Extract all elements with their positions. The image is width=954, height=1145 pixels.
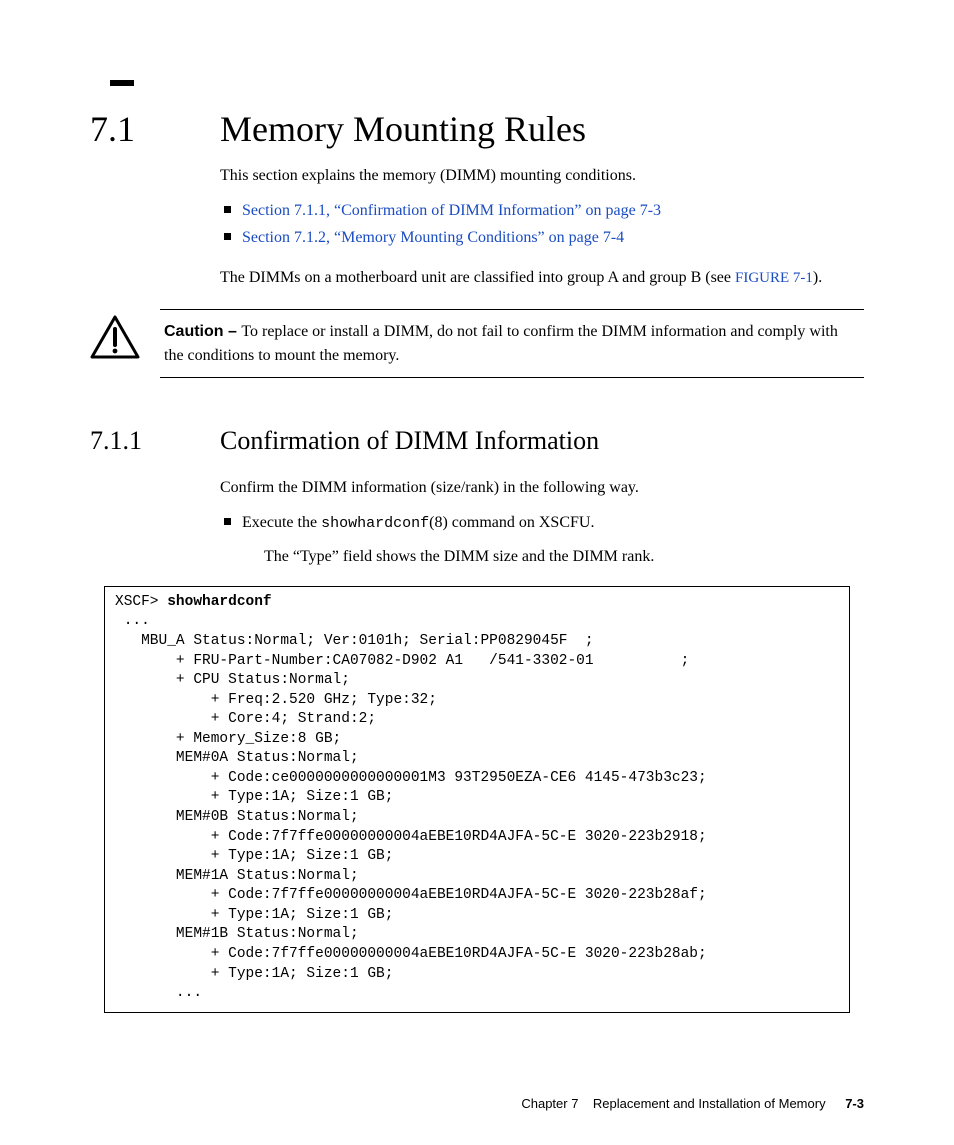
code-output: XSCF> showhardconf ... MBU_A Status:Norm… bbox=[104, 586, 850, 1013]
subsection-intro: Confirm the DIMM information (size/rank)… bbox=[220, 476, 864, 499]
xref-link-1[interactable]: Section 7.1.1, “Confirmation of DIMM Inf… bbox=[220, 199, 864, 222]
section-heading: 7.1 Memory Mounting Rules bbox=[90, 108, 864, 150]
figure-ref-link[interactable]: FIGURE 7-1 bbox=[735, 270, 813, 286]
command-name: showhardconf bbox=[321, 515, 429, 532]
subsection-number: 7.1.1 bbox=[90, 426, 220, 456]
footer-chapter: Chapter 7 bbox=[521, 1096, 578, 1111]
section-title: Memory Mounting Rules bbox=[220, 108, 586, 150]
section-number: 7.1 bbox=[90, 108, 220, 150]
step-text: (8) command on XSCFU. bbox=[429, 514, 594, 531]
step-text: Execute the bbox=[242, 514, 321, 531]
caution-text: To replace or install a DIMM, do not fai… bbox=[164, 323, 838, 363]
xref-link-text: Section 7.1.1, “Confirmation of DIMM Inf… bbox=[242, 202, 661, 219]
caution-text-box: Caution – To replace or install a DIMM, … bbox=[160, 309, 864, 377]
xref-link-2[interactable]: Section 7.1.2, “Memory Mounting Conditio… bbox=[220, 226, 864, 249]
caution-icon bbox=[90, 315, 140, 364]
code-command: showhardconf bbox=[167, 594, 271, 610]
footer-title: Replacement and Installation of Memory bbox=[593, 1096, 826, 1111]
page-footer: Chapter 7 Replacement and Installation o… bbox=[521, 1096, 864, 1111]
subsection-title: Confirmation of DIMM Information bbox=[220, 426, 599, 456]
step-subtext: The “Type” field shows the DIMM size and… bbox=[264, 545, 864, 568]
footer-page: 7-3 bbox=[845, 1096, 864, 1111]
code-prompt: XSCF> bbox=[115, 594, 167, 610]
caution-block: Caution – To replace or install a DIMM, … bbox=[90, 309, 864, 377]
intro-paragraph: This section explains the memory (DIMM) … bbox=[220, 164, 864, 187]
step-list: Execute the showhardconf(8) command on X… bbox=[220, 511, 864, 568]
code-body: ... MBU_A Status:Normal; Ver:0101h; Seri… bbox=[115, 613, 707, 1001]
section-links: Section 7.1.1, “Confirmation of DIMM Inf… bbox=[220, 199, 864, 249]
section-rule bbox=[110, 80, 134, 86]
classification-paragraph: The DIMMs on a motherboard unit are clas… bbox=[220, 266, 864, 290]
para-text: ). bbox=[813, 269, 822, 286]
step-item: Execute the showhardconf(8) command on X… bbox=[220, 511, 864, 568]
subsection-heading: 7.1.1 Confirmation of DIMM Information bbox=[90, 426, 864, 456]
caution-label: Caution – bbox=[164, 323, 241, 340]
para-text: The DIMMs on a motherboard unit are clas… bbox=[220, 269, 735, 286]
xref-link-text: Section 7.1.2, “Memory Mounting Conditio… bbox=[242, 229, 624, 246]
